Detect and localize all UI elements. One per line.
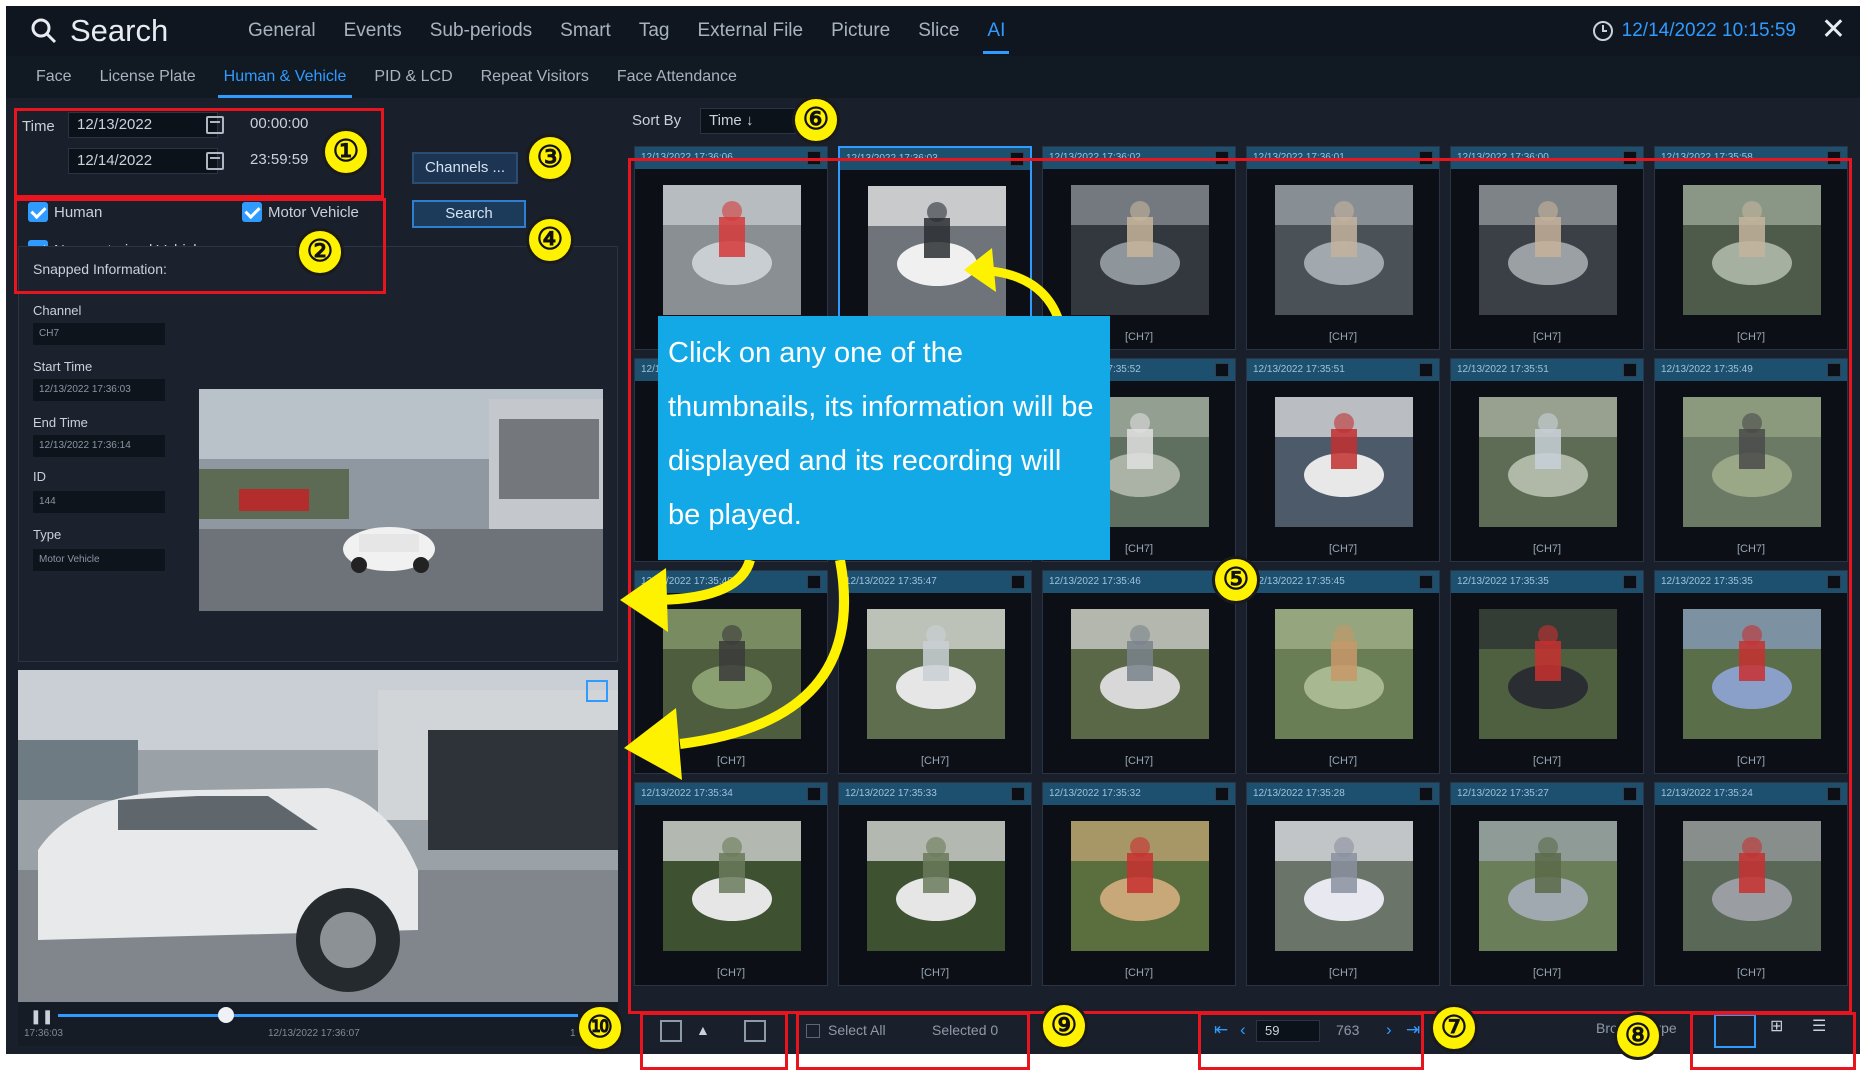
figure-canvas: Search General Events Sub-periods Smart … [0, 0, 1868, 1072]
callout-box: Click on any one of the thumbnails, its … [658, 316, 1110, 560]
